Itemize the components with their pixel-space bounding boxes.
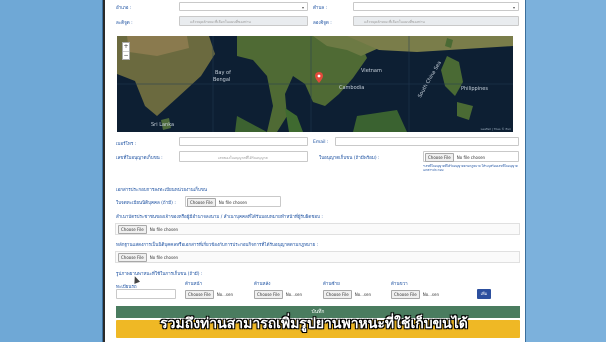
- latitude-hint: แล้วหมุดลักษณะที่เลือกในแผนที่ของท่าน: [190, 20, 251, 24]
- video-caption: รวมถึงท่านสามารถเพิ่มรูปยานพาหนะที่ใช้เก…: [160, 316, 468, 332]
- map-label: Cambodia: [339, 85, 365, 91]
- file-status: No...sen: [285, 291, 302, 297]
- phone-label: เบอร์โทร :: [116, 142, 137, 147]
- license-number-input[interactable]: เลขของใบอนุญาตที่ได้รับอนุญาต: [179, 151, 308, 162]
- subdistrict-label: ตำบล :: [313, 6, 328, 11]
- right-background: [526, 0, 606, 342]
- right-divider: [525, 0, 526, 342]
- add-vehicle-button[interactable]: เพิ่ม: [477, 289, 491, 299]
- right-label: ด้านขวา: [391, 282, 408, 287]
- choose-file-button[interactable]: Choose File: [118, 224, 147, 234]
- chevron-down-icon: ▾: [301, 5, 304, 10]
- map-attribution: Leaflet | Tiles © Esri: [480, 127, 511, 131]
- company-registration-file[interactable]: Choose File No file chosen: [187, 197, 247, 207]
- vehicle-right-file[interactable]: Choose File No...sen: [391, 289, 439, 299]
- left-label: ด้านซ้าย: [323, 282, 340, 287]
- choose-file-button[interactable]: Choose File: [187, 197, 216, 207]
- file-status: No file chosen: [149, 226, 179, 232]
- map-label: Sri Lanka: [151, 122, 175, 128]
- zoom-in-button[interactable]: +: [123, 43, 129, 51]
- id-card-label: สำเนาบัตรประชาชนของเจ้าของหรือผู้มีอำนาจ…: [116, 215, 323, 220]
- phone-input[interactable]: [179, 137, 308, 146]
- evidence-label: หลักฐานแสดงการเป็นนิติบุคคลหรือเอกสารที่…: [116, 243, 319, 248]
- front-label: ด้านหน้า: [185, 282, 203, 287]
- map-label: Bengal: [213, 77, 231, 83]
- subdistrict-select[interactable]: ▾: [353, 2, 519, 11]
- license-number-label: เลขที่ใบอนุญาตเก็บขน :: [116, 156, 163, 161]
- file-status: No file chosen: [456, 154, 486, 160]
- license-number-placeholder: เลขของใบอนุญาตที่ได้รับอนุญาต: [218, 156, 268, 160]
- license-file-hint: *เลขที่ใบอนุญาตที่ได้รับอนุญาตตามกฎหมาย …: [423, 164, 518, 172]
- vehicle-section-title: รูปภาพยานพาหนะที่ใช้ในการเก็บขน (ถ้ามี) …: [116, 272, 203, 277]
- left-background: [0, 0, 103, 342]
- id-card-file[interactable]: Choose File No file chosen: [118, 224, 178, 234]
- plate-input[interactable]: [116, 289, 176, 299]
- district-label: อำเภอ :: [116, 6, 132, 11]
- evidence-file[interactable]: Choose File No file chosen: [118, 252, 178, 262]
- choose-file-button[interactable]: Choose File: [425, 152, 454, 162]
- file-status: No file chosen: [218, 199, 248, 205]
- vehicle-left-file[interactable]: Choose File No...sen: [323, 289, 371, 299]
- map-label: Philippines: [461, 86, 488, 92]
- vehicle-front-file[interactable]: Choose File No...sen: [185, 289, 233, 299]
- choose-file-button[interactable]: Choose File: [254, 289, 283, 299]
- file-status: No...sen: [422, 291, 439, 297]
- location-map[interactable]: + − Bay of Bengal Vietnam Cambodia South…: [117, 36, 513, 132]
- left-divider: [102, 0, 103, 342]
- vehicle-back-file[interactable]: Choose File No...sen: [254, 289, 302, 299]
- chevron-down-icon: ▾: [512, 5, 515, 10]
- latitude-field[interactable]: แล้วหมุดลักษณะที่เลือกในแผนที่ของท่าน: [179, 16, 308, 26]
- file-status: No...sen: [354, 291, 371, 297]
- longitude-field[interactable]: แล้วหมุดลักษณะที่เลือกในแผนที่ของท่าน: [353, 16, 519, 26]
- longitude-hint: แล้วหมุดลักษณะที่เลือกในแผนที่ของท่าน: [364, 20, 425, 24]
- district-select[interactable]: ▾: [179, 2, 308, 11]
- map-marker-icon[interactable]: [315, 72, 323, 83]
- company-registration-label: ใบจดทะเบียนนิติบุคคล (ถ้ามี) :: [116, 201, 176, 206]
- license-file-input[interactable]: Choose File No file chosen: [425, 152, 485, 162]
- map-label: Bay of: [215, 70, 231, 76]
- email-label: Email :: [313, 140, 329, 145]
- email-input[interactable]: [335, 137, 519, 146]
- choose-file-button[interactable]: Choose File: [185, 289, 214, 299]
- choose-file-button[interactable]: Choose File: [391, 289, 420, 299]
- documents-section-title: เอกสารประกอบการลงทะเบียนหน่วยงานเก็บขน: [116, 188, 208, 193]
- longitude-label: ลองจิจูด :: [313, 21, 332, 26]
- map-label: Vietnam: [361, 68, 382, 74]
- choose-file-button[interactable]: Choose File: [323, 289, 352, 299]
- back-label: ด้านหลัง: [254, 282, 271, 287]
- file-status: No...sen: [216, 291, 233, 297]
- latitude-label: ละติจูด :: [116, 21, 133, 26]
- map-zoom-control: + −: [122, 42, 130, 60]
- file-status: No file chosen: [149, 254, 179, 260]
- map-satellite: [117, 36, 513, 132]
- license-file-label: ใบอนุญาตเก็บขน (ถ้ามีพร้อม) :: [319, 156, 380, 161]
- choose-file-button[interactable]: Choose File: [118, 252, 147, 262]
- zoom-out-button[interactable]: −: [123, 51, 129, 59]
- registration-form: อำเภอ : ▾ ตำบล : ▾ ละติจูด : แล้วหมุดลัก…: [105, 0, 525, 342]
